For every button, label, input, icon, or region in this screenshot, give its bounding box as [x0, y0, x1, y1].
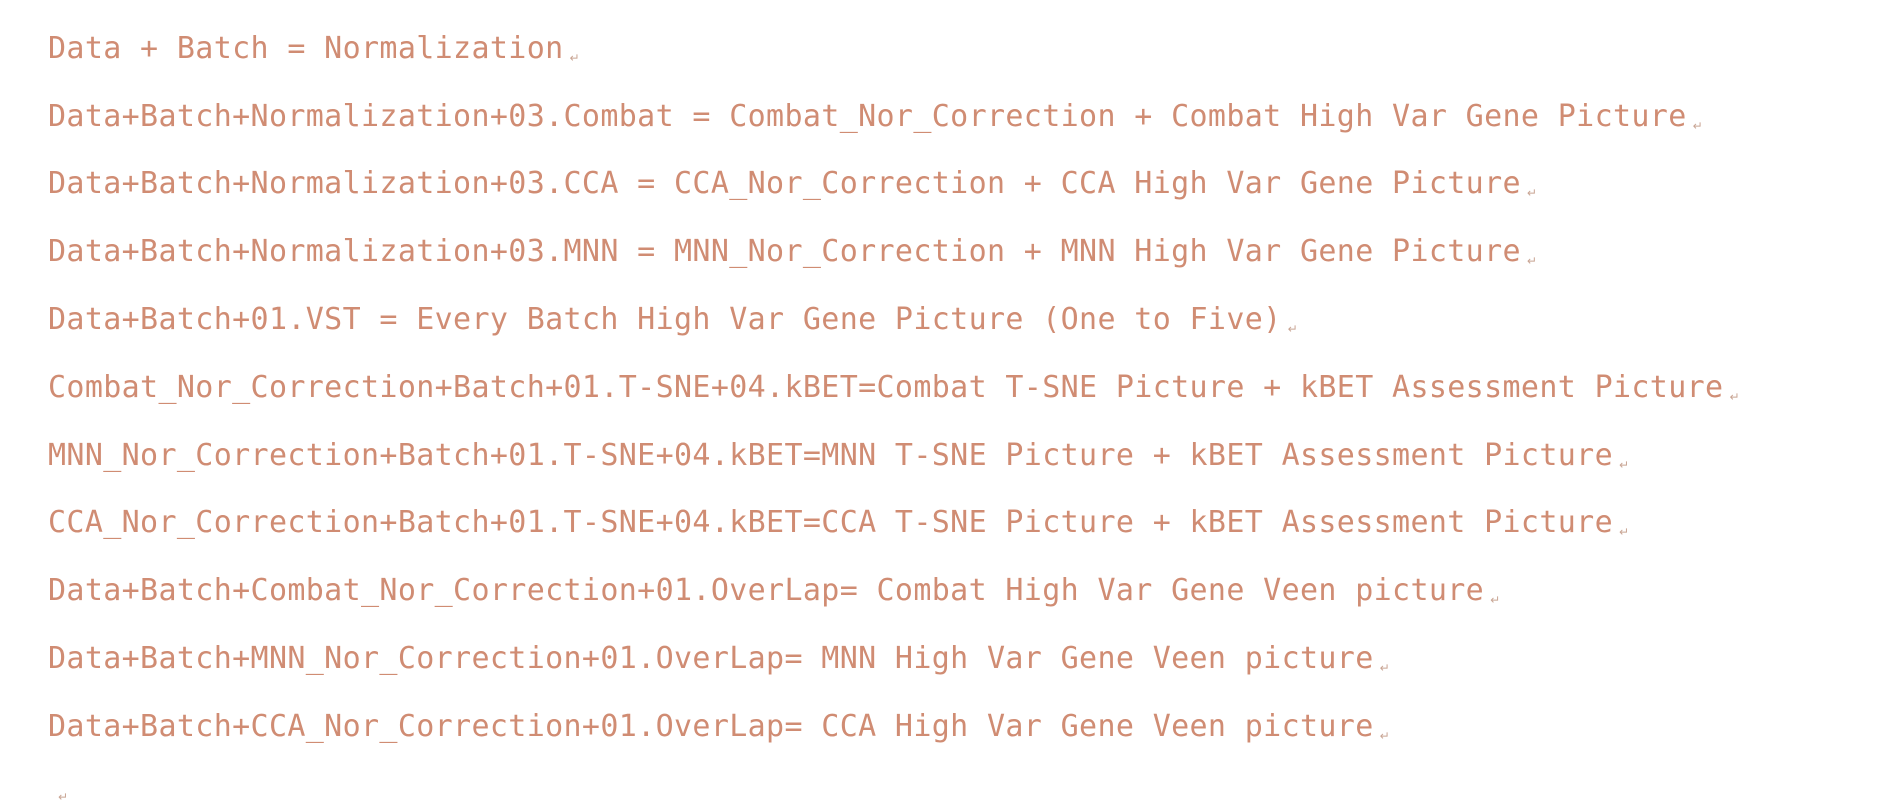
- paragraph-mark-icon: ↵: [1526, 186, 1538, 200]
- paragraph-mark-icon: ↵: [1379, 661, 1391, 675]
- doc-line-5: Data+Batch+01.VST = Every Batch High Var…: [48, 302, 1298, 347]
- doc-line-4: Data+Batch+Normalization+03.MNN = MNN_No…: [48, 234, 1537, 279]
- doc-line-2: Data+Batch+Normalization+03.Combat = Com…: [48, 99, 1703, 144]
- doc-line-text: Data+Batch+CCA_Nor_Correction+01.OverLap…: [48, 709, 1374, 744]
- paragraph-mark-icon: ↵: [1729, 390, 1740, 404]
- paragraph-mark-icon: ↵: [58, 790, 69, 804]
- doc-line-text: Data+Batch+Normalization+03.CCA = CCA_No…: [48, 166, 1521, 201]
- doc-line-9: Data+Batch+Combat_Nor_Correction+01.Over…: [48, 573, 1501, 618]
- doc-line-11: Data+Batch+CCA_Nor_Correction+01.OverLap…: [48, 709, 1390, 754]
- paragraph-mark-icon: ↵: [1490, 593, 1501, 607]
- doc-line-text: Data+Batch+MNN_Nor_Correction+01.OverLap…: [48, 641, 1374, 676]
- paragraph-mark-icon: ↵: [1618, 525, 1630, 539]
- doc-line-text: Data+Batch+Normalization+03.MNN = MNN_No…: [48, 234, 1521, 269]
- paragraph-mark-icon: ↵: [1287, 322, 1298, 336]
- paragraph-mark-icon: ↵: [1526, 254, 1538, 268]
- paragraph-mark-icon: ↵: [1379, 729, 1391, 743]
- doc-line-6: Combat_Nor_Correction+Batch+01.T-SNE+04.…: [48, 370, 1740, 415]
- paragraph-mark-icon: ↵: [569, 51, 580, 65]
- paragraph-mark-icon: ↵: [1618, 458, 1630, 472]
- doc-line-text: CCA_Nor_Correction+Batch+01.T-SNE+04.kBE…: [48, 505, 1613, 540]
- doc-line-text: MNN_Nor_Correction+Batch+01.T-SNE+04.kBE…: [48, 438, 1613, 473]
- doc-line-text: Combat_Nor_Correction+Batch+01.T-SNE+04.…: [48, 370, 1724, 405]
- doc-line-text: Data+Batch+Normalization+03.Combat = Com…: [48, 99, 1687, 134]
- doc-line-1: Data + Batch = Normalization ↵: [48, 31, 580, 76]
- doc-line-7: MNN_Nor_Correction+Batch+01.T-SNE+04.kBE…: [48, 438, 1629, 483]
- doc-line-10: Data+Batch+MNN_Nor_Correction+01.OverLap…: [48, 641, 1390, 686]
- doc-line-text: Data + Batch = Normalization: [48, 31, 564, 66]
- paragraph-mark-icon: ↵: [1692, 119, 1704, 133]
- doc-line-8: CCA_Nor_Correction+Batch+01.T-SNE+04.kBE…: [48, 505, 1629, 550]
- document-page: Data + Batch = Normalization ↵ Data+Batch…: [0, 0, 1890, 812]
- doc-line-text: Data+Batch+01.VST = Every Batch High Var…: [48, 302, 1282, 337]
- doc-line-text: Data+Batch+Combat_Nor_Correction+01.Over…: [48, 573, 1485, 608]
- doc-line-3: Data+Batch+Normalization+03.CCA = CCA_No…: [48, 166, 1537, 211]
